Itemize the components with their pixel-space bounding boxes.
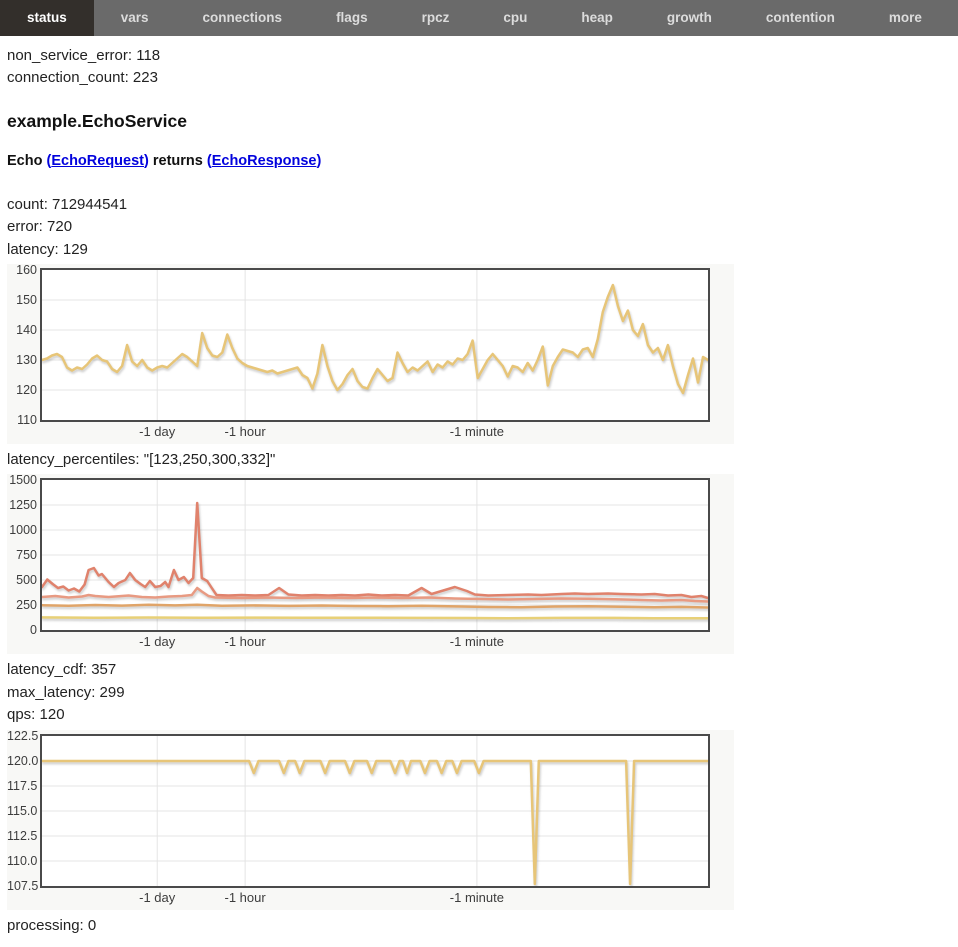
stat-count: count: 712944541 bbox=[7, 194, 958, 216]
tab-cpu[interactable]: cpu bbox=[476, 0, 554, 36]
x-tick-label: -1 minute bbox=[427, 634, 527, 649]
y-tick-label: 250 bbox=[7, 597, 37, 613]
x-tick-label: -1 day bbox=[107, 424, 207, 439]
y-axis-labels: 122.5120.0117.5115.0112.5110.0107.5 bbox=[7, 734, 40, 888]
plot-area bbox=[40, 268, 710, 422]
y-tick-label: 120.0 bbox=[7, 753, 37, 769]
y-tick-label: 117.5 bbox=[7, 778, 37, 794]
stat-qps: qps: 120 bbox=[7, 704, 958, 726]
x-tick-label: -1 day bbox=[107, 890, 207, 905]
series-p50 bbox=[42, 618, 708, 619]
y-tick-label: 1000 bbox=[7, 522, 37, 538]
stat-max_latency: max_latency: 299 bbox=[7, 682, 958, 704]
stat-processing: processing: 0 bbox=[7, 915, 958, 937]
tab-flags[interactable]: flags bbox=[309, 0, 395, 36]
tab-rpcz[interactable]: rpcz bbox=[395, 0, 477, 36]
y-tick-label: 140 bbox=[7, 322, 37, 338]
signature-text: ) bbox=[316, 153, 321, 169]
chart-canvas bbox=[42, 480, 708, 630]
series-p999 bbox=[42, 503, 708, 598]
method-stats-mid: latency_cdf: 357max_latency: 299qps: 120 bbox=[7, 659, 958, 726]
chart-canvas bbox=[42, 736, 708, 886]
y-tick-label: 120 bbox=[7, 382, 37, 398]
y-tick-label: 107.5 bbox=[7, 878, 37, 894]
x-tick-label: -1 hour bbox=[195, 634, 295, 649]
method-signature: Echo (EchoRequest) returns (EchoResponse… bbox=[7, 153, 958, 169]
x-tick-label: -1 hour bbox=[195, 890, 295, 905]
y-tick-label: 110 bbox=[7, 412, 37, 428]
y-tick-label: 122.5 bbox=[7, 728, 37, 744]
y-tick-label: 115.0 bbox=[7, 803, 37, 819]
link-EchoRequest[interactable]: EchoRequest bbox=[51, 153, 144, 169]
y-tick-label: 1500 bbox=[7, 472, 37, 488]
processing-stat: processing: 0 bbox=[7, 915, 958, 937]
tab-vars[interactable]: vars bbox=[94, 0, 176, 36]
tab-heap[interactable]: heap bbox=[554, 0, 640, 36]
y-tick-label: 130 bbox=[7, 352, 37, 368]
x-axis-labels: -1 day-1 hour -1 minute bbox=[40, 422, 710, 443]
y-tick-label: 110.0 bbox=[7, 853, 37, 869]
stat-latency: latency: 129 bbox=[7, 239, 958, 261]
y-tick-label: 112.5 bbox=[7, 828, 37, 844]
plot-column: -1 day-1 hour -1 minute bbox=[40, 478, 710, 653]
y-tick-label: 500 bbox=[7, 572, 37, 588]
stat-error: error: 720 bbox=[7, 216, 958, 238]
qps-chart: 122.5 120.0 117.5 115.0 112.5 110.0 107.5 -1 d… bbox=[7, 730, 734, 910]
chart-row: 160150140130120110 -1 day-1 hour-1 minut… bbox=[7, 268, 734, 443]
chart-row: 122.5120.0117.5115.0112.5110.0107.5 -1 d… bbox=[7, 734, 734, 909]
y-axis-labels: 160150140130120110 bbox=[7, 268, 40, 422]
tab-more[interactable]: more bbox=[862, 0, 949, 36]
series-latency bbox=[42, 285, 708, 393]
stat-connection_count: connection_count: 223 bbox=[7, 67, 958, 89]
latency-percentiles-stat: latency_percentiles: "[123,250,300,332]" bbox=[7, 449, 958, 471]
method-stats-top: count: 712944541error: 720latency: 129 bbox=[7, 194, 958, 261]
x-axis-labels: -1 day-1 hour -1 minute bbox=[40, 888, 710, 909]
server-stats: non_service_error: 118connection_count: … bbox=[7, 45, 958, 90]
stat-non_service_error: non_service_error: 118 bbox=[7, 45, 958, 67]
y-tick-label: 150 bbox=[7, 292, 37, 308]
tab-contention[interactable]: contention bbox=[739, 0, 862, 36]
x-tick-label: -1 hour bbox=[195, 424, 295, 439]
x-tick-label: -1 day bbox=[107, 634, 207, 649]
service-title: example.EchoService bbox=[7, 111, 958, 132]
y-axis-labels: 1500125010007505002500 bbox=[7, 478, 40, 632]
signature-text: Echo bbox=[7, 153, 46, 169]
y-tick-label: 1250 bbox=[7, 497, 37, 513]
tab-connections[interactable]: connections bbox=[176, 0, 310, 36]
tab-growth[interactable]: growth bbox=[640, 0, 739, 36]
status-page: non_service_error: 118connection_count: … bbox=[0, 36, 958, 947]
plot-column: -1 day-1 hour -1 minute bbox=[40, 734, 710, 909]
top-nav: statusvarsconnectionsflagsrpczcpuheapgro… bbox=[0, 0, 958, 36]
plot-area bbox=[40, 734, 710, 888]
x-tick-label: -1 minute bbox=[427, 424, 527, 439]
link-EchoResponse[interactable]: EchoResponse bbox=[212, 153, 317, 169]
latency-chart: 160 150 140 130 120 110 -1 day-1 hour -1 minut… bbox=[7, 264, 734, 444]
y-tick-label: 0 bbox=[7, 622, 37, 638]
x-axis-labels: -1 day-1 hour -1 minute bbox=[40, 632, 710, 653]
tab-status[interactable]: status bbox=[0, 0, 94, 36]
latency-percentiles-chart: 1500 1250 1000 750 500 250 0 -1 day-1 hour -1 m… bbox=[7, 474, 734, 654]
chart-canvas bbox=[42, 270, 708, 420]
plot-column: -1 day-1 hour -1 minute bbox=[40, 268, 710, 443]
x-tick-label: -1 minute bbox=[427, 890, 527, 905]
plot-area bbox=[40, 478, 710, 632]
signature-text: returns bbox=[149, 153, 207, 169]
y-tick-label: 160 bbox=[7, 262, 37, 278]
chart-row: 1500125010007505002500 -1 day-1 hour-1 m… bbox=[7, 478, 734, 653]
stat-latency_percentiles: latency_percentiles: "[123,250,300,332]" bbox=[7, 449, 958, 471]
y-tick-label: 750 bbox=[7, 547, 37, 563]
series-qps bbox=[42, 761, 708, 884]
stat-latency_cdf: latency_cdf: 357 bbox=[7, 659, 958, 681]
